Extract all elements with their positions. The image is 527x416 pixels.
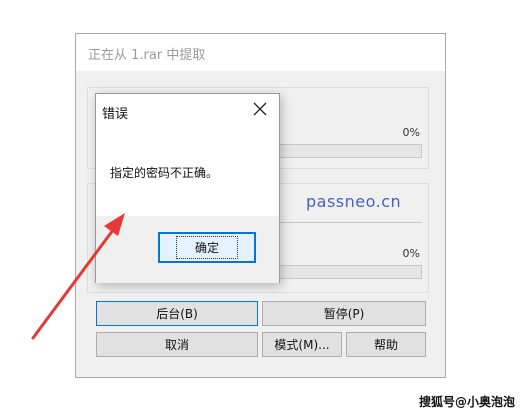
extraction-titlebar: 正在从 1.rar 中提取 [76, 34, 445, 71]
background-button[interactable]: 后台(B) [96, 301, 258, 326]
ok-button-label: 确定 [175, 236, 238, 259]
mode-button[interactable]: 模式(M)... [262, 332, 342, 357]
help-button[interactable]: 帮助 [346, 332, 426, 357]
error-footer: 确定 [96, 216, 279, 283]
close-icon[interactable] [251, 100, 269, 118]
error-title: 错误 [102, 107, 129, 122]
watermark-text: passneo.cn [306, 192, 402, 211]
error-message: 指定的密码不正确。 [110, 166, 219, 180]
ok-button[interactable]: 确定 [158, 232, 256, 263]
file-percent: 0% [402, 126, 420, 139]
total-percent: 0% [402, 247, 420, 260]
extraction-title: 正在从 1.rar 中提取 [88, 48, 206, 63]
cancel-button[interactable]: 取消 [96, 332, 258, 357]
credit-watermark: 搜狐号@小奥泡泡 [418, 395, 515, 409]
error-dialog: 错误 指定的密码不正确。 确定 [95, 93, 280, 283]
pause-button[interactable]: 暂停(P) [262, 301, 426, 326]
